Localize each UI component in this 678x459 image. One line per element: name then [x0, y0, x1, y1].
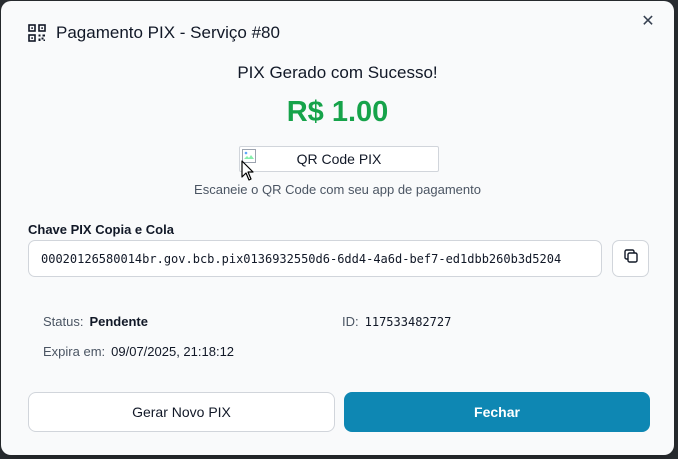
expires-label: Expira em: — [43, 344, 106, 359]
qr-code-image: QR Code PIX — [239, 146, 439, 172]
qr-code-icon — [27, 23, 47, 43]
success-heading: PIX Gerado com Sucesso! — [237, 63, 438, 82]
pix-key-value: 00020126580014br.gov.bcb.pix0136932550d6… — [41, 251, 562, 266]
qr-alt-text: QR Code PIX — [296, 151, 382, 167]
pix-key-label: Chave PIX Copia e Cola — [28, 222, 174, 237]
pix-payment-dialog: Pagamento PIX - Serviço #80 ✕ PIX Gerado… — [1, 1, 674, 455]
expires-value: 09/07/2025, 21:18:12 — [111, 344, 235, 359]
expires-row: Expira em: 09/07/2025, 21:18:12 — [43, 344, 234, 359]
close-button[interactable]: ✕ — [638, 11, 658, 31]
close-icon: ✕ — [641, 13, 655, 30]
dialog-header: Pagamento PIX - Serviço #80 — [27, 21, 280, 45]
close-dialog-button[interactable]: Fechar — [344, 392, 650, 432]
copy-button[interactable] — [612, 240, 649, 277]
id-value: 117533482727 — [364, 314, 452, 329]
status-label: Status: — [43, 314, 84, 329]
copy-icon — [623, 248, 639, 269]
payment-amount: R$ 1.00 — [286, 96, 389, 128]
id-label: ID: — [342, 314, 359, 329]
status-value: Pendente — [89, 314, 148, 329]
pix-key-field[interactable]: 00020126580014br.gov.bcb.pix0136932550d6… — [28, 240, 602, 277]
dialog-title: Pagamento PIX - Serviço #80 — [56, 23, 280, 42]
generate-new-pix-button[interactable]: Gerar Novo PIX — [28, 392, 335, 432]
mouse-cursor-icon — [241, 160, 255, 182]
status-row: Status: Pendente — [43, 314, 148, 329]
id-row: ID: 117533482727 — [342, 314, 451, 329]
qr-caption: Escaneie o QR Code com seu app de pagame… — [194, 182, 481, 197]
